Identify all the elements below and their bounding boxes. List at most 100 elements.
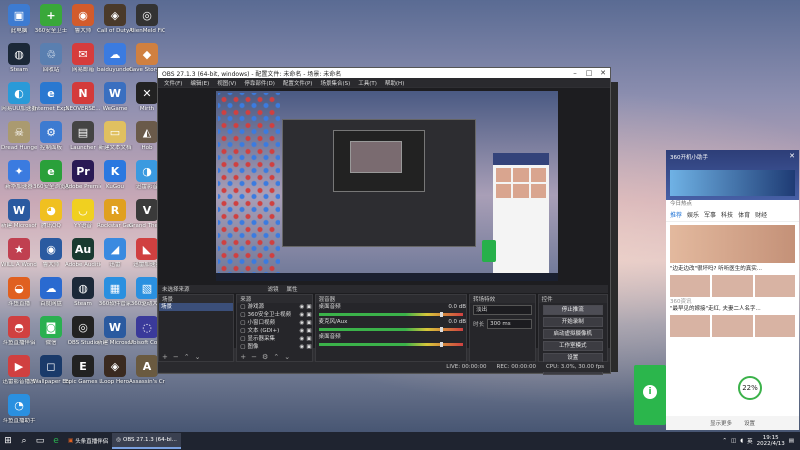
lock-icon[interactable]: ▣ <box>306 311 311 319</box>
channel-db: 0.0 dB <box>448 319 467 325</box>
menu-item[interactable]: 编辑(E) <box>190 79 209 87</box>
add-icon[interactable]: + <box>240 353 246 361</box>
up-icon[interactable]: ⌃ <box>184 353 190 361</box>
volume-icon[interactable]: ◖ <box>740 438 743 444</box>
desktop-icon-label: Loop Hero <box>101 379 129 385</box>
notification-icon[interactable]: ▤ <box>789 438 794 444</box>
duration-field[interactable]: 300 ms <box>487 319 532 329</box>
popup-tab[interactable]: 娱乐 <box>687 210 699 219</box>
properties-button[interactable]: 属性 <box>287 285 298 293</box>
desktop-icon[interactable]: ◈ Loop Hero <box>97 352 133 400</box>
preview-green-popup <box>482 240 496 262</box>
source-item[interactable]: ▢ 小窗口视频 ◉ ▣ <box>237 319 311 327</box>
up-icon[interactable]: ⌃ <box>273 353 279 361</box>
down-icon[interactable]: ⌄ <box>284 353 290 361</box>
remove-icon[interactable]: − <box>251 353 257 361</box>
visibility-icon[interactable]: ◉ <box>300 327 305 335</box>
popup-tab[interactable]: 军事 <box>704 210 716 219</box>
transitions-dock: 转场特效 淡出 时长 300 ms <box>469 294 536 362</box>
popup-settings-link[interactable]: 设置 <box>744 419 755 427</box>
chevron-up-icon[interactable]: ⌃ <box>722 438 727 444</box>
search-icon[interactable]: ⌕ <box>16 433 32 449</box>
browser-icon[interactable]: e <box>48 433 64 449</box>
language-indicator[interactable]: 英 <box>747 437 753 445</box>
volume-meter[interactable] <box>318 327 464 332</box>
menu-item[interactable]: 文件(F) <box>164 79 182 87</box>
menu-item[interactable]: 配置文件(P) <box>283 79 313 87</box>
visibility-icon[interactable]: ◉ <box>300 303 305 311</box>
control-button[interactable]: 工作室模式 <box>542 341 603 351</box>
menu-item[interactable]: 停靠部件(D) <box>244 79 275 87</box>
minimize-icon[interactable]: – <box>568 69 582 77</box>
desktop-icon-label: 控制面板 <box>39 145 62 151</box>
volume-slider-knob[interactable] <box>440 342 444 347</box>
control-button[interactable]: 启动虚拟摄像机 <box>542 329 603 339</box>
visibility-icon[interactable]: ◉ <box>300 343 305 351</box>
source-item[interactable]: ▢ 显示器采集 ◉ ▣ <box>237 335 311 343</box>
clock[interactable]: 19:15 2022/4/13 <box>757 435 785 447</box>
news-popup[interactable]: 360开机小助手 ✕ 今日热点 推荐 娱乐 军事 科技 体育 财经 "边走边改"很坏吗? … <box>666 150 799 430</box>
source-item[interactable]: ▢ 游戏源 ◉ ▣ <box>237 303 311 311</box>
control-button[interactable]: 开始录制 <box>542 317 603 327</box>
desktop-icon-label: 斗鱼直播 <box>7 301 30 307</box>
filters-button[interactable]: 滤镜 <box>268 285 279 293</box>
menu-item[interactable]: 帮助(H) <box>385 79 404 87</box>
menu-item[interactable]: 场景集合(S) <box>320 79 350 87</box>
volume-slider-knob[interactable] <box>440 327 444 332</box>
maximize-icon[interactable]: □ <box>582 69 596 77</box>
close-icon[interactable]: ✕ <box>596 69 610 77</box>
desktop-icon-label: 迅雷影音播放 <box>2 379 36 385</box>
live-status: LIVE: 00:00:00 <box>446 364 487 370</box>
lock-icon[interactable]: ▣ <box>306 343 311 351</box>
desktop-icon-label: Launcher <box>70 145 96 151</box>
source-item[interactable]: ▢ 360安全卫士视频 ◉ ▣ <box>237 311 311 319</box>
popup-tab[interactable]: 体育 <box>738 210 750 219</box>
desktop-icon[interactable]: E Epic Games Launcher <box>65 352 101 400</box>
transitions-header: 转场特效 <box>470 295 535 303</box>
news-image[interactable] <box>670 225 795 263</box>
news-headline[interactable]: "边走边改"很坏吗? 听听医生的真实... <box>666 266 799 273</box>
source-type-icon: ▢ <box>240 328 246 334</box>
news-thumbs[interactable] <box>666 313 799 339</box>
desktop-icon-label: Steam <box>10 67 28 73</box>
transition-select[interactable]: 淡出 <box>473 305 532 315</box>
news-thumbs[interactable] <box>666 273 799 299</box>
task-view-icon[interactable]: ▭ <box>32 433 48 449</box>
app-icon: ◈ <box>104 4 126 26</box>
menu-item[interactable]: 视图(V) <box>217 79 236 87</box>
taskbar-app-obs[interactable]: ◎ OBS 27.1.3 (64-bi... <box>112 433 181 449</box>
menu-item[interactable]: 工具(T) <box>358 79 377 87</box>
lock-icon[interactable]: ▣ <box>306 303 311 311</box>
gear-icon[interactable]: ⚙ <box>262 353 268 361</box>
remove-icon[interactable]: − <box>173 353 179 361</box>
preview-canvas[interactable] <box>216 91 558 281</box>
add-icon[interactable]: + <box>162 353 168 361</box>
visibility-icon[interactable]: ◉ <box>300 319 305 327</box>
visibility-icon[interactable]: ◉ <box>300 311 305 319</box>
app-icon: ✦ <box>8 160 30 182</box>
popup-tab[interactable]: 推荐 <box>670 210 682 219</box>
network-icon[interactable]: ◫ <box>731 438 736 444</box>
green-notification[interactable]: i <box>634 365 666 425</box>
show-more-link[interactable]: 显示更多 <box>710 419 732 427</box>
popup-banner[interactable] <box>670 170 795 196</box>
lock-icon[interactable]: ▣ <box>306 319 311 327</box>
popup-tab[interactable]: 科技 <box>721 210 733 219</box>
volume-meter[interactable] <box>318 312 464 317</box>
lock-icon[interactable]: ▣ <box>306 335 311 343</box>
visibility-icon[interactable]: ◉ <box>300 335 305 343</box>
taskbar-app[interactable]: ▣ 头条直播伴侣 <box>64 433 112 449</box>
lock-icon[interactable]: ▣ <box>306 327 311 335</box>
close-icon[interactable]: ✕ <box>789 152 795 160</box>
source-item[interactable]: ▢ 图像 ◉ ▣ <box>237 343 311 351</box>
news-headline[interactable]: "最早见的嫁接"走红, 夫妻二人名字... <box>666 306 799 313</box>
windows-start-icon[interactable]: ⊞ <box>0 433 16 449</box>
volume-meter[interactable] <box>318 342 464 347</box>
desktop-icon[interactable]: ◻ Wallpaper Engine <box>33 352 69 400</box>
scene-item[interactable]: 场景 <box>159 303 234 311</box>
volume-slider-knob[interactable] <box>440 312 444 317</box>
popup-tab[interactable]: 财经 <box>755 210 767 219</box>
control-button[interactable]: 停止推流 <box>542 305 603 315</box>
down-icon[interactable]: ⌄ <box>195 353 201 361</box>
source-item[interactable]: ▢ 文本 (GDI+) ◉ ▣ <box>237 327 311 335</box>
